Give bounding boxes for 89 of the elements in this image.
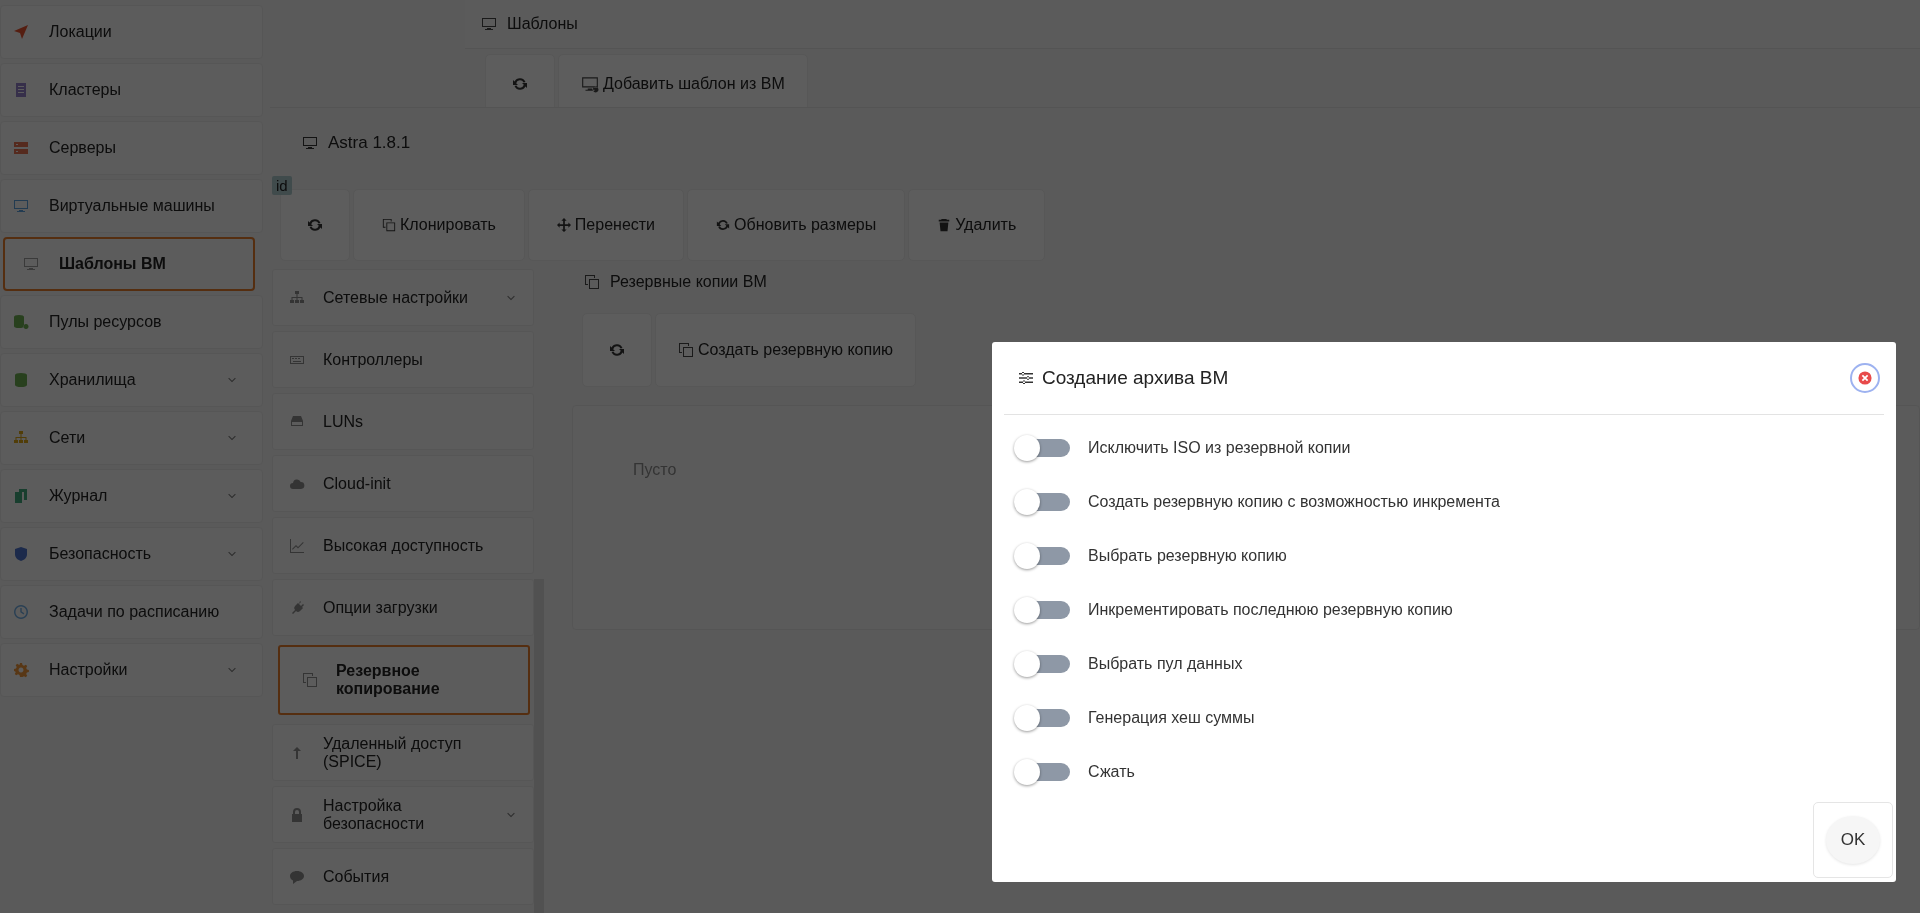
sidebar-item-label: Журнал — [49, 487, 109, 505]
documents-icon — [13, 488, 29, 504]
nav-item[interactable]: Высокая доступность — [272, 517, 534, 574]
sidebar-item-label: Кластеры — [49, 81, 122, 99]
copy-icon — [678, 342, 694, 358]
monitor-icon — [481, 16, 497, 32]
option-label: Создать резервную копию с возможностью инкремента — [1088, 493, 1500, 511]
server-icon — [13, 140, 29, 156]
trash-icon — [937, 218, 952, 232]
nav-item[interactable]: Cloud-init — [272, 455, 534, 512]
nav-item-label: События — [323, 867, 391, 886]
ok-button[interactable]: OK — [1826, 816, 1880, 864]
refresh-icon — [307, 217, 323, 233]
sidebar-item[interactable]: Сети — [0, 411, 263, 465]
option-label: Инкрементировать последнюю резервную копию — [1088, 601, 1453, 619]
monitor-icon — [23, 256, 39, 272]
sidebar-item[interactable]: Задачи по расписанию — [0, 585, 263, 639]
nav-item[interactable]: Удаленный доступ (SPICE) — [272, 724, 534, 781]
sidebar-item[interactable]: Хранилища — [0, 353, 263, 407]
dialog-title: Создание архива ВМ — [1042, 367, 1230, 389]
database-gear-icon — [13, 314, 29, 330]
copy-icon — [302, 672, 318, 688]
option-label: Исключить ISO из резервной копии — [1088, 439, 1351, 457]
nav-item[interactable]: Резервное копирование — [278, 645, 530, 715]
nav-item-label: LUNs — [323, 412, 364, 431]
option-label: Выбрать резервную копию — [1088, 547, 1287, 565]
line-chart-icon — [289, 537, 305, 554]
nav-item-label: Настройка безопасности — [323, 796, 426, 833]
nav-item-label: Сетевые настройки — [323, 288, 470, 307]
gear-icon — [13, 662, 29, 678]
navigation-arrow-icon — [13, 24, 29, 40]
window-title: Astra 1.8.1 — [328, 133, 411, 153]
close-icon — [1858, 371, 1872, 385]
option-label: Выбрать пул данных — [1088, 655, 1243, 673]
sidebar-item[interactable]: Пулы ресурсов — [0, 295, 263, 349]
database-icon — [13, 372, 29, 388]
sidebar-item[interactable]: Кластеры — [0, 63, 263, 117]
speech-bubble-icon — [289, 868, 305, 885]
id-tag: id — [272, 176, 292, 195]
nav-item[interactable]: События — [272, 848, 534, 905]
monitor-icon — [302, 135, 318, 151]
shield-icon — [13, 546, 29, 562]
nav-item-label: Контроллеры — [323, 350, 424, 369]
nav-item-label: Удаленный доступ (SPICE) — [323, 734, 463, 771]
close-button[interactable] — [1850, 363, 1880, 393]
nav-item[interactable]: Опции загрузки — [272, 579, 534, 636]
sidebar-item[interactable]: Локации — [0, 5, 263, 59]
sidebar-item[interactable]: Журнал — [0, 469, 263, 523]
hierarchy-icon — [289, 289, 305, 306]
refresh-icon — [609, 342, 625, 358]
sidebar-item-label: Серверы — [49, 139, 117, 157]
page-title: Шаблоны — [507, 15, 578, 33]
nav-item[interactable]: Сетевые настройки — [272, 269, 534, 326]
sidebar-item-label: Задачи по расписанию — [49, 603, 221, 621]
four-way-arrow-icon — [556, 218, 571, 232]
copy-icon — [584, 274, 600, 290]
section-title: Резервные копии ВМ — [610, 273, 767, 291]
sidebar-item-label: Сети — [49, 429, 87, 447]
nav-item-label: Высокая доступность — [323, 536, 485, 555]
sidebar-item-label: Пулы ресурсов — [49, 313, 163, 331]
nav-item-label: Опции загрузки — [323, 598, 439, 617]
monitor-icon — [13, 198, 29, 214]
sidebar-item[interactable]: Серверы — [0, 121, 263, 175]
sidebar-item-label: Хранилища — [49, 371, 137, 389]
sidebar-item[interactable]: Безопасность — [0, 527, 263, 581]
sidebar-item-label: Настройки — [49, 661, 129, 679]
nav-item[interactable]: Настройка безопасности — [272, 786, 534, 843]
padlock-icon — [289, 806, 305, 823]
sidebar-item-label: Виртуальные машины — [49, 197, 216, 215]
nav-item-label: Резервное копирование — [336, 662, 441, 698]
rack-icon — [13, 82, 29, 98]
sidebar-item[interactable]: Шаблоны ВМ — [3, 237, 255, 291]
nav-item[interactable]: Контроллеры — [272, 331, 534, 388]
hierarchy-icon — [13, 430, 29, 446]
clock-icon — [13, 604, 29, 620]
refresh-icon — [512, 76, 528, 92]
sidebar-item-label: Локации — [49, 23, 113, 41]
sidebar-item[interactable]: Настройки — [0, 643, 263, 697]
sliders-icon — [1018, 370, 1034, 386]
refresh-icon — [716, 218, 731, 232]
option-label: Генерация хеш суммы — [1088, 709, 1255, 727]
option-label: Сжать — [1088, 763, 1135, 781]
sidebar-item-label: Шаблоны ВМ — [59, 255, 167, 273]
nav-item[interactable]: LUNs — [272, 393, 534, 450]
sidebar-item-label: Безопасность — [49, 545, 153, 563]
copy-icon — [382, 218, 396, 232]
sidebar-item[interactable]: Виртуальные машины — [0, 179, 263, 233]
monitor-plus-icon — [581, 75, 599, 93]
nav-item-label: Cloud-init — [323, 474, 392, 493]
